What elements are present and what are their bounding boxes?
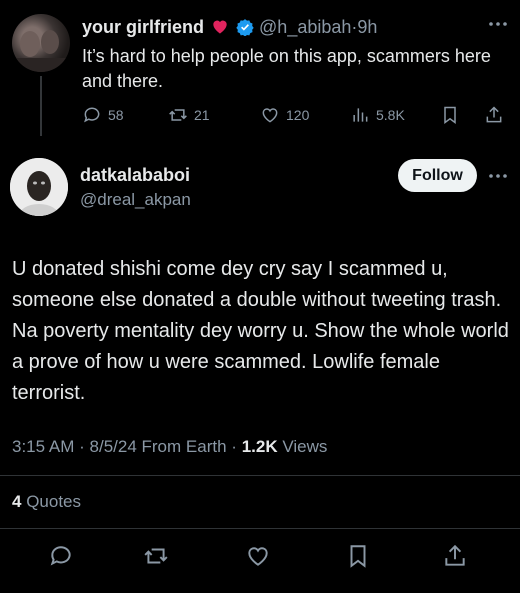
main-display-name[interactable]: datkalababoi [80,165,190,186]
reply-button[interactable] [48,543,74,569]
divider [0,528,520,529]
parent-header: your girlfriend @h_abibah·9h [82,16,377,38]
parent-avatar[interactable] [12,14,70,72]
parent-handle[interactable]: @h_abibah [259,17,351,37]
main-avatar[interactable] [10,158,68,216]
more-icon[interactable] [486,18,510,30]
repost-button[interactable]: 21 [168,104,210,126]
bookmark-icon [350,545,366,568]
like-count: 120 [286,107,310,123]
quotes-count: 4 [12,492,22,511]
thread-line [40,76,42,136]
like-button[interactable] [245,543,271,569]
bookmark-button[interactable] [440,104,460,126]
repost-icon [144,548,168,564]
parent-action-bar: 58 21 120 5.8K [82,104,510,128]
parent-tweet-text: It’s hard to help people on this app, sc… [82,46,491,91]
reply-count: 58 [108,107,124,123]
tweet-date[interactable]: 8/5/24 [90,437,137,456]
repost-count: 21 [194,107,210,123]
share-icon [486,106,502,123]
views-label: Views [282,437,328,456]
tweet-source: From Earth [141,437,227,456]
bookmark-icon [444,106,456,124]
tweet-meta: 3:15 AM · 8/5/24 From Earth · 1.2K Views [12,437,327,457]
share-icon [445,544,465,566]
reply-button[interactable]: 58 [82,104,124,126]
follow-button[interactable]: Follow [398,159,477,192]
share-button[interactable] [484,104,504,126]
meta-separator: · [79,437,85,456]
like-icon [262,108,278,123]
parent-display-name[interactable]: your girlfriend [82,17,204,37]
reply-icon [50,546,71,566]
reply-icon [84,107,100,123]
tweet-time[interactable]: 3:15 AM [12,437,74,456]
heart-emoji-icon [213,20,227,34]
meta-separator: · [231,437,237,456]
views-count: 5.8K [376,107,405,123]
views-total: 1.2K [241,437,278,456]
verified-icon [236,19,254,36]
bookmark-button[interactable] [345,543,371,569]
like-button[interactable]: 120 [260,104,309,126]
repost-icon [169,109,187,121]
divider [0,475,520,476]
main-action-bar [0,543,520,573]
main-tweet-text: U donated shishi come dey cry say I scam… [12,258,509,404]
repost-button[interactable] [143,543,169,569]
views-button[interactable]: 5.8K [350,104,405,126]
parent-time[interactable]: 9h [357,17,377,37]
like-icon [248,547,268,566]
more-icon[interactable] [486,170,510,182]
views-icon [353,108,368,122]
quotes-link[interactable]: 4 Quotes [12,492,81,512]
quotes-label: Quotes [26,492,82,511]
main-handle[interactable]: @dreal_akpan [80,190,191,210]
share-button[interactable] [442,543,468,569]
